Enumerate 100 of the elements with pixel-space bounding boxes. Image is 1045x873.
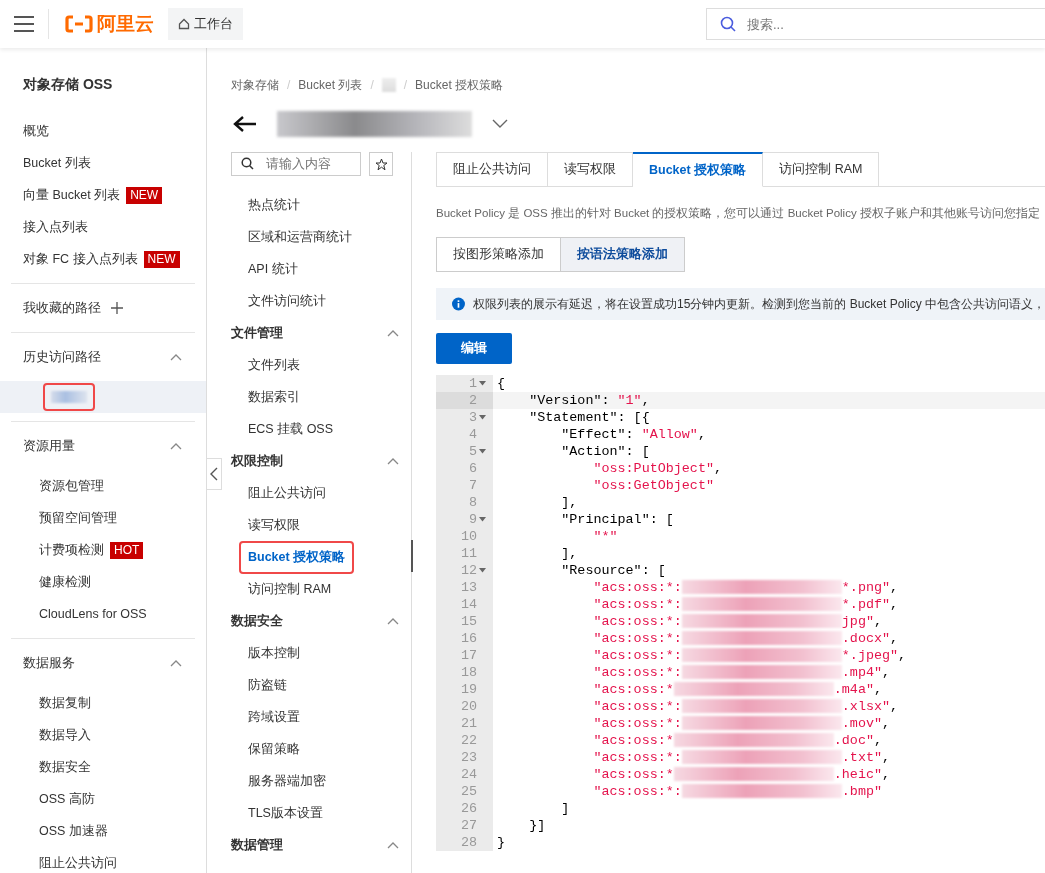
chevron-up-icon[interactable] xyxy=(170,353,182,361)
tab[interactable]: 读写权限 xyxy=(548,152,633,187)
chevron-down-icon[interactable] xyxy=(492,119,508,129)
nav-item[interactable]: 数据导入 xyxy=(39,726,91,744)
notice-text: 权限列表的展示有延迟，将在设置成功15分钟内更新。检测到您当前的 Bucket Policy 中包含公共访问语义， xyxy=(472,295,1045,313)
code-line: "acs:oss:* .doc", xyxy=(592,732,884,749)
nav-item[interactable]: 向量 Bucket 列表 xyxy=(23,186,121,204)
menu-group-title[interactable]: 文件管理 xyxy=(231,324,283,342)
menu-item[interactable]: 读写权限 xyxy=(241,510,307,540)
nav-badge: HOT xyxy=(110,541,144,559)
section-title[interactable]: 历史访问路径 xyxy=(23,348,101,366)
menu-group-title[interactable]: 数据安全 xyxy=(231,612,283,630)
code-line: "acs:oss:*: .xlsx", xyxy=(592,698,900,715)
scrollbar[interactable] xyxy=(411,540,413,572)
line-number: 15 xyxy=(460,613,477,630)
menu-item[interactable]: Bucket 授权策略 xyxy=(241,542,353,572)
fold-arrow-icon[interactable] xyxy=(479,449,486,454)
chevron-up-icon[interactable] xyxy=(387,457,399,465)
line-number: 1 xyxy=(468,375,477,392)
code-line: "acs:oss:*: .docx", xyxy=(592,630,900,647)
nav-item[interactable]: 资源包管理 xyxy=(39,477,104,495)
menu-item[interactable]: 数据索引 xyxy=(241,382,307,412)
menu-item[interactable]: 阻止公共访问 xyxy=(241,478,333,508)
redacted-crumb xyxy=(381,78,396,92)
nav-item[interactable]: 健康检测 xyxy=(39,573,91,591)
menu-item[interactable]: 保留策略 xyxy=(241,734,307,764)
menu-item[interactable]: 防盗链 xyxy=(241,670,294,700)
menu-item[interactable]: 区域和运营商统计 xyxy=(241,222,359,252)
line-number: 25 xyxy=(460,783,477,800)
nav-item[interactable]: 预留空间管理 xyxy=(39,509,117,527)
nav-item[interactable]: Bucket 列表 xyxy=(23,154,91,172)
favorites-label: 我收藏的路径 xyxy=(23,299,101,317)
nav-item[interactable]: 计费项检测 xyxy=(39,541,104,559)
code-line: "acs:oss:*: .txt", xyxy=(592,749,892,766)
code-editor[interactable] xyxy=(436,375,1045,851)
menu-item[interactable]: 文件列表 xyxy=(241,350,307,380)
nav-item[interactable]: OSS 加速器 xyxy=(39,822,108,840)
fold-arrow-icon[interactable] xyxy=(479,517,486,522)
menu-item[interactable]: API 统计 xyxy=(241,254,305,284)
menu-search-field[interactable]: 请输入内容 xyxy=(231,152,361,176)
menu-group-title[interactable]: 数据管理 xyxy=(231,836,283,854)
search-icon[interactable] xyxy=(720,16,736,32)
chevron-up-icon[interactable] xyxy=(170,442,182,450)
tab[interactable]: 访问控制 RAM xyxy=(763,152,880,187)
chevron-up-icon[interactable] xyxy=(387,617,399,625)
mode-button[interactable]: 按图形策略添加 xyxy=(436,237,561,272)
collapse-button[interactable] xyxy=(206,458,222,490)
workbench-button[interactable]: 工作台 xyxy=(168,8,243,40)
code-line: } xyxy=(496,834,507,851)
search-field[interactable]: 搜索... xyxy=(706,8,1045,40)
tab[interactable]: Bucket 授权策略 xyxy=(633,152,764,187)
nav-item[interactable]: 数据安全 xyxy=(39,758,91,776)
breadcrumb-link[interactable]: 对象存储 xyxy=(231,76,279,94)
back-arrow-icon[interactable] xyxy=(233,115,257,133)
chevron-up-icon[interactable] xyxy=(387,841,399,849)
line-number: 11 xyxy=(460,545,477,562)
menu-item[interactable]: 服务器端加密 xyxy=(241,766,333,796)
nav-item[interactable]: 对象 FC 接入点列表 xyxy=(23,250,138,268)
line-number: 23 xyxy=(460,749,477,766)
menu-item[interactable]: 跨域设置 xyxy=(241,702,307,732)
line-number: 27 xyxy=(460,817,477,834)
nav-item[interactable]: 阻止公共访问 xyxy=(39,854,117,872)
nav-item[interactable]: 概览 xyxy=(23,122,49,140)
mode-button[interactable]: 按语法策略添加 xyxy=(561,237,685,272)
code-line: "acs:oss:*: jpg", xyxy=(592,613,884,630)
fold-arrow-icon[interactable] xyxy=(479,415,486,420)
breadcrumb-link[interactable]: Bucket 授权策略 xyxy=(415,76,504,94)
add-icon[interactable] xyxy=(111,302,123,314)
menu-item[interactable]: 热点统计 xyxy=(241,190,307,220)
tab[interactable]: 阻止公共访问 xyxy=(436,152,548,187)
nav-item[interactable]: 接入点列表 xyxy=(23,218,88,236)
section-title[interactable]: 数据服务 xyxy=(23,654,75,672)
fold-arrow-icon[interactable] xyxy=(479,568,486,573)
line-number: 13 xyxy=(460,579,477,596)
chevron-up-icon[interactable] xyxy=(170,659,182,667)
line-number: 6 xyxy=(468,460,477,477)
code-line: "Action": [ xyxy=(560,443,651,460)
menu-item[interactable]: ECS 挂载 OSS xyxy=(241,414,341,444)
fold-arrow-icon[interactable] xyxy=(479,381,486,386)
code-line: "Resource": [ xyxy=(560,562,667,579)
code-line: "acs:oss:* .heic", xyxy=(592,766,892,783)
menu-group-title[interactable]: 权限控制 xyxy=(231,452,283,470)
code-line: "acs:oss:*: *.pdf", xyxy=(592,596,900,613)
edit-button[interactable]: 编辑 xyxy=(436,333,512,364)
search-icon[interactable] xyxy=(241,157,254,170)
nav-item[interactable]: OSS 高防 xyxy=(39,790,95,808)
menu-item[interactable]: TLS版本设置 xyxy=(241,798,330,828)
history-item[interactable] xyxy=(0,381,206,413)
menu-item[interactable]: 文件访问统计 xyxy=(241,286,333,316)
chevron-up-icon[interactable] xyxy=(387,329,399,337)
menu-item[interactable]: 访问控制 RAM xyxy=(241,574,339,604)
logo-icon xyxy=(65,15,93,33)
nav-item[interactable]: CloudLens for OSS xyxy=(39,607,147,621)
breadcrumb-link[interactable]: Bucket 列表 xyxy=(298,76,363,94)
section-title[interactable]: 资源用量 xyxy=(23,437,75,455)
menu-item[interactable]: 版本控制 xyxy=(241,638,307,668)
favorite-button[interactable] xyxy=(369,152,393,176)
line-number: 7 xyxy=(468,477,477,494)
nav-item[interactable]: 数据复制 xyxy=(39,694,91,712)
line-number: 4 xyxy=(468,426,477,443)
